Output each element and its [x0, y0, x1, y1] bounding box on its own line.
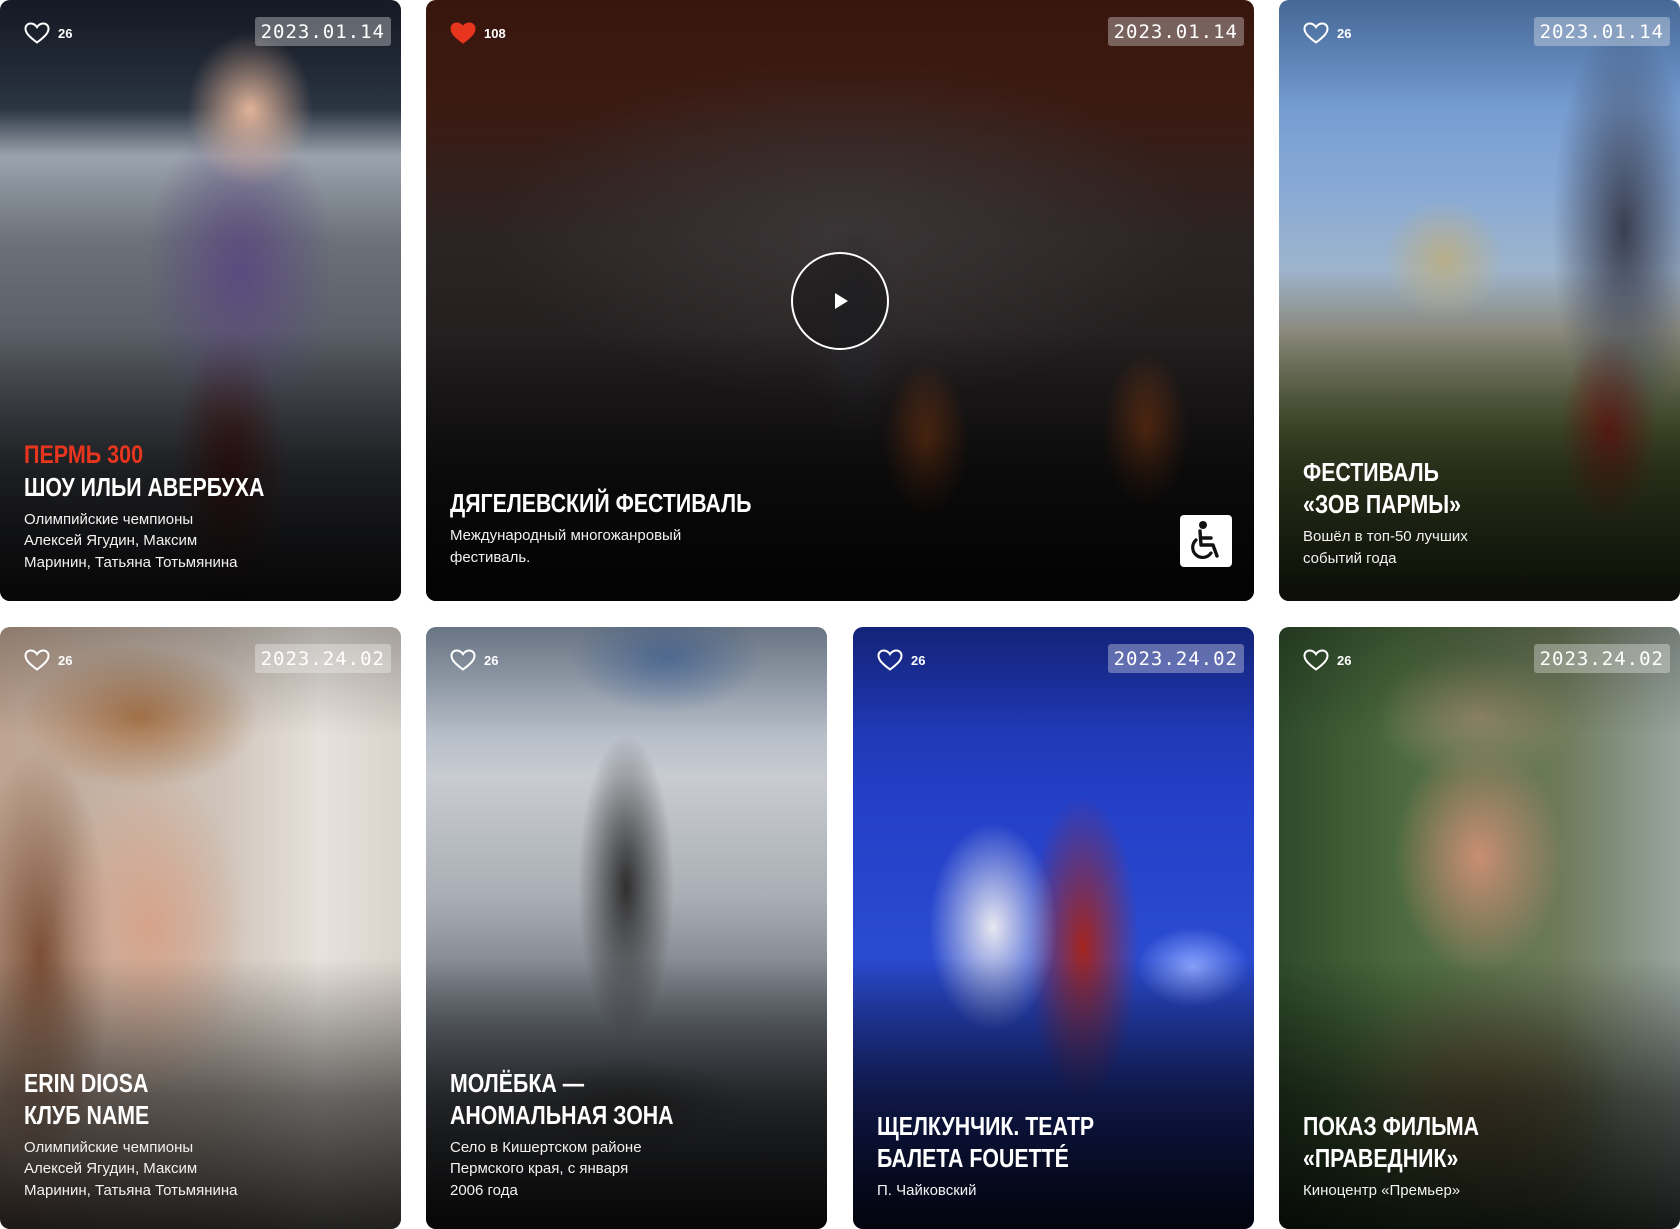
event-card-nutcracker[interactable]: 26 2023.24.02 ЩЕЛКУНЧИК. ТЕАТР БАЛЕТА FO…	[853, 627, 1254, 1229]
event-date: 2023.24.02	[1107, 644, 1244, 673]
event-title: ERIN DIOSA КЛУБ NAME	[24, 1067, 150, 1130]
heart-outline-icon	[24, 22, 50, 44]
event-card-erin-diosa[interactable]: 26 2023.24.02 ERIN DIOSA КЛУБ NAME Олимп…	[0, 627, 401, 1229]
heart-outline-icon	[1303, 22, 1329, 44]
event-description: Международный многожанровый фестиваль.	[450, 527, 682, 566]
event-title: ШОУ ИЛЬИ АВЕРБУХА	[24, 471, 265, 502]
like-count: 26	[58, 25, 73, 41]
like-button[interactable]: 26	[1303, 22, 1351, 44]
event-title: ФЕСТИВАЛЬ «ЗОВ ПАРМЫ»	[1303, 457, 1461, 519]
event-kicker: ПЕРМЬ 300	[24, 440, 144, 469]
event-title: ПОКАЗ ФИЛЬМА «ПРАВЕДНИК»	[1303, 1110, 1480, 1173]
like-button[interactable]: 26	[24, 649, 72, 671]
heart-outline-icon	[1303, 649, 1329, 671]
like-button[interactable]: 26	[877, 649, 925, 671]
event-date: 2023.01.14	[254, 17, 391, 46]
heart-filled-icon	[450, 22, 476, 44]
event-description: Олимпийские чемпионы Алексей Ягудин, Мак…	[24, 1138, 238, 1199]
like-count: 26	[1337, 652, 1352, 668]
event-description: Вошёл в топ-50 лучших событий года	[1303, 528, 1468, 567]
play-video-button[interactable]	[791, 251, 889, 350]
like-count: 26	[484, 652, 499, 668]
like-button[interactable]: 26	[1303, 649, 1351, 671]
like-button[interactable]: 26	[24, 22, 72, 44]
event-date: 2023.24.02	[254, 644, 391, 673]
event-date: 2023.24.02	[1533, 644, 1670, 673]
event-date: 2023.01.14	[1533, 17, 1670, 46]
like-count: 26	[58, 652, 73, 668]
heart-outline-icon	[450, 649, 476, 671]
event-card-diaghilev-festival[interactable]: 108 2023.01.14 ДЯГЕЛЕВСКИЙ ФЕСТИВАЛЬ Меж…	[426, 0, 1254, 601]
like-count: 26	[911, 652, 926, 668]
event-title: МОЛЁБКА — АНОМАЛЬНАЯ ЗОНА	[450, 1067, 674, 1130]
event-description: Киноцентр «Премьер»	[1303, 1181, 1461, 1199]
like-button[interactable]: 26	[450, 649, 498, 671]
like-button[interactable]: 108	[450, 22, 506, 44]
event-date: 2023.01.14	[1107, 17, 1244, 46]
event-description: П. Чайковский	[877, 1181, 977, 1199]
event-card-zov-parmy[interactable]: 26 2023.01.14 ФЕСТИВАЛЬ «ЗОВ ПАРМЫ» Вошё…	[1279, 0, 1680, 601]
heart-outline-icon	[877, 649, 903, 671]
event-card-averbukh-show[interactable]: 26 2023.01.14 ПЕРМЬ 300 ШОУ ИЛЬИ АВЕРБУХ…	[0, 0, 401, 601]
heart-outline-icon	[24, 649, 50, 671]
event-card-molyobka[interactable]: 26 МОЛЁБКА — АНОМАЛЬНАЯ ЗОНА Село в Кише…	[426, 627, 827, 1229]
event-description: Село в Кишертском районе Пермского края,…	[450, 1138, 642, 1199]
event-title: ДЯГЕЛЕВСКИЙ ФЕСТИВАЛЬ	[450, 488, 752, 518]
event-description: Олимпийские чемпионы Алексей Ягудин, Мак…	[24, 510, 238, 571]
like-count: 26	[1337, 25, 1352, 41]
play-icon	[835, 292, 848, 309]
like-count: 108	[484, 25, 506, 41]
event-card-pravednik[interactable]: 26 2023.24.02 ПОКАЗ ФИЛЬМА «ПРАВЕДНИК» К…	[1279, 627, 1680, 1229]
event-title: ЩЕЛКУНЧИК. ТЕАТР БАЛЕТА FOUETTÉ	[877, 1110, 1095, 1173]
